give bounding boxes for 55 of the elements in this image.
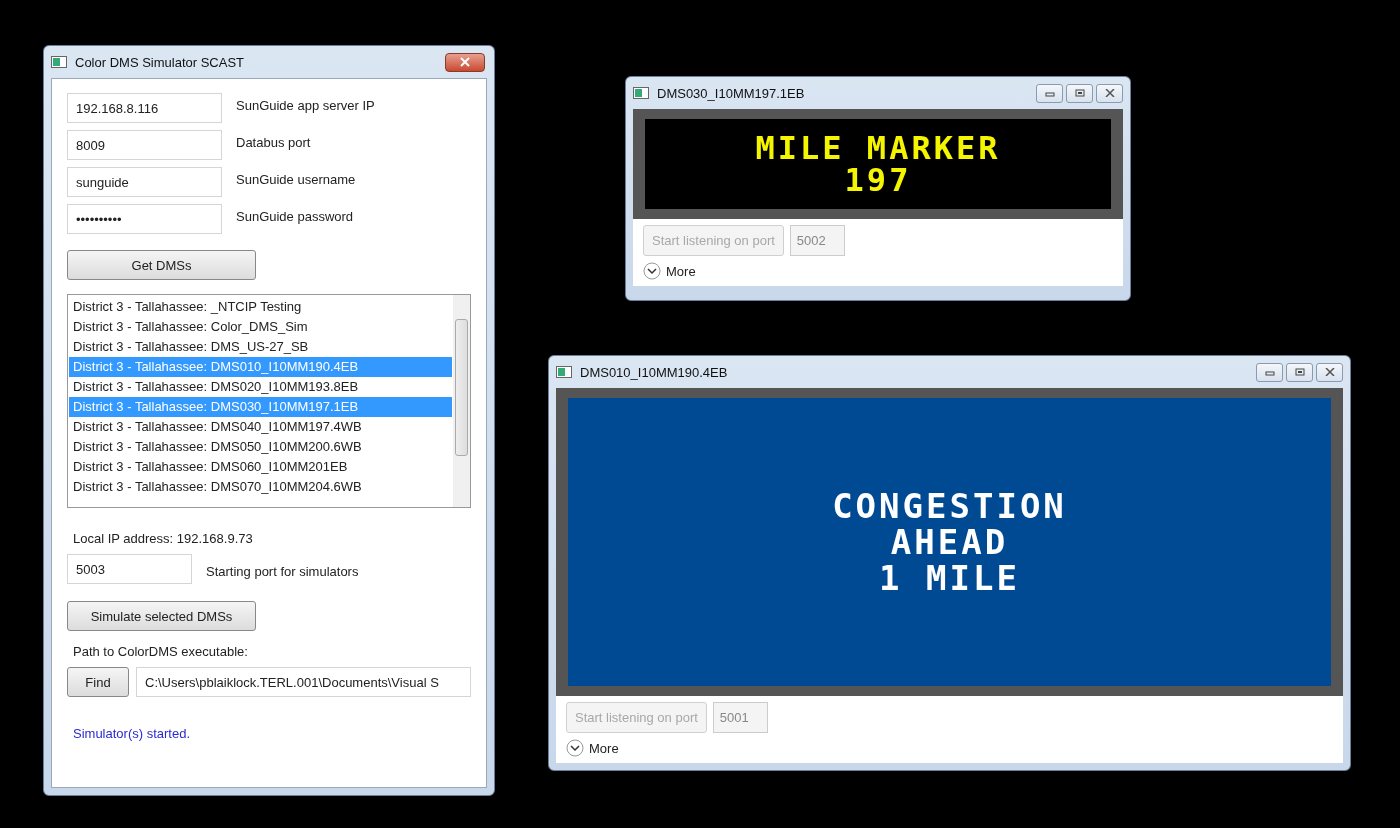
close-button[interactable]	[1096, 83, 1123, 103]
window-icon	[633, 87, 649, 99]
window-title: Color DMS Simulator SCAST	[75, 54, 246, 70]
input-field[interactable]: sunguide	[67, 167, 222, 197]
sign-text: MILE MARKER	[755, 132, 1001, 164]
list-item[interactable]: District 3 - Tallahassee: Color_DMS_Sim	[69, 317, 452, 337]
scrollbar[interactable]	[453, 295, 470, 507]
minimize-button[interactable]	[1036, 83, 1063, 103]
field-label: SunGuide password	[236, 208, 354, 224]
list-item[interactable]: District 3 - Tallahassee: DMS_US-27_SB	[69, 337, 452, 357]
field-label: SunGuide app server IP	[236, 97, 375, 113]
maximize-icon	[1074, 89, 1085, 97]
port-field[interactable]: 5003	[67, 554, 192, 584]
list-item[interactable]: District 3 - Tallahassee: DMS020_I10MM193.8EB	[69, 377, 452, 397]
more-label: More	[589, 740, 619, 756]
field-label: Starting port for simulators	[206, 563, 359, 579]
sign-text: 197	[844, 164, 912, 196]
chevron-icon	[566, 739, 584, 757]
minimize-icon	[1264, 368, 1275, 376]
more-label: More	[666, 263, 696, 279]
find-button[interactable]: Find	[67, 667, 129, 697]
minimize-icon	[1044, 89, 1055, 97]
path-label: Path to ColorDMS executable:	[72, 644, 249, 659]
close-button[interactable]	[445, 52, 485, 72]
list-item[interactable]: District 3 - Tallahassee: DMS060_I10MM201EB	[69, 457, 452, 477]
list-item[interactable]: District 3 - Tallahassee: DMS050_I10MM200.6WB	[69, 437, 452, 457]
sign-text: AHEAD	[890, 524, 1009, 560]
maximize-button[interactable]	[1066, 83, 1093, 103]
field-label: SunGuide username	[236, 171, 356, 187]
maximize-icon	[1294, 368, 1305, 376]
list-item[interactable]: District 3 - Tallahassee: DMS040_I10MM197.4WB	[69, 417, 452, 437]
sign-text: 1 MILE	[879, 560, 1020, 596]
window-icon	[51, 56, 67, 68]
input-field[interactable]: 192.168.8.116	[67, 93, 222, 123]
chevron-icon	[643, 262, 661, 280]
field-label: Databus port	[236, 134, 311, 150]
window-title: DMS010_I10MM190.4EB	[580, 364, 729, 380]
local-ip-text: Local IP address: 192.168.9.73	[72, 531, 254, 546]
path-field[interactable]: C:\Users\pblaiklock.TERL.001\Documents\Visual S	[136, 667, 471, 697]
close-icon	[460, 57, 470, 67]
maximize-button[interactable]	[1286, 362, 1313, 382]
input-field[interactable]: 8009	[67, 130, 222, 160]
list-item[interactable]: District 3 - Tallahassee: DMS070_I10MM204.6WB	[69, 477, 452, 497]
sign-text: CONGESTION	[832, 488, 1067, 524]
list-item[interactable]: District 3 - Tallahassee: _NTCIP Testing	[69, 297, 452, 317]
window-title: DMS030_I10MM197.1EB	[657, 85, 806, 101]
window-icon	[556, 366, 572, 378]
minimize-button[interactable]	[1256, 362, 1283, 382]
input-field[interactable]: ••••••••••	[67, 204, 222, 234]
close-button[interactable]	[1316, 362, 1343, 382]
simulate-button[interactable]: Simulate selected DMSs	[67, 601, 256, 631]
close-icon	[1104, 89, 1115, 97]
status-text: Simulator(s) started.	[72, 726, 192, 741]
close-icon	[1324, 368, 1335, 376]
get-dms-button[interactable]: Get DMSs	[67, 250, 256, 280]
